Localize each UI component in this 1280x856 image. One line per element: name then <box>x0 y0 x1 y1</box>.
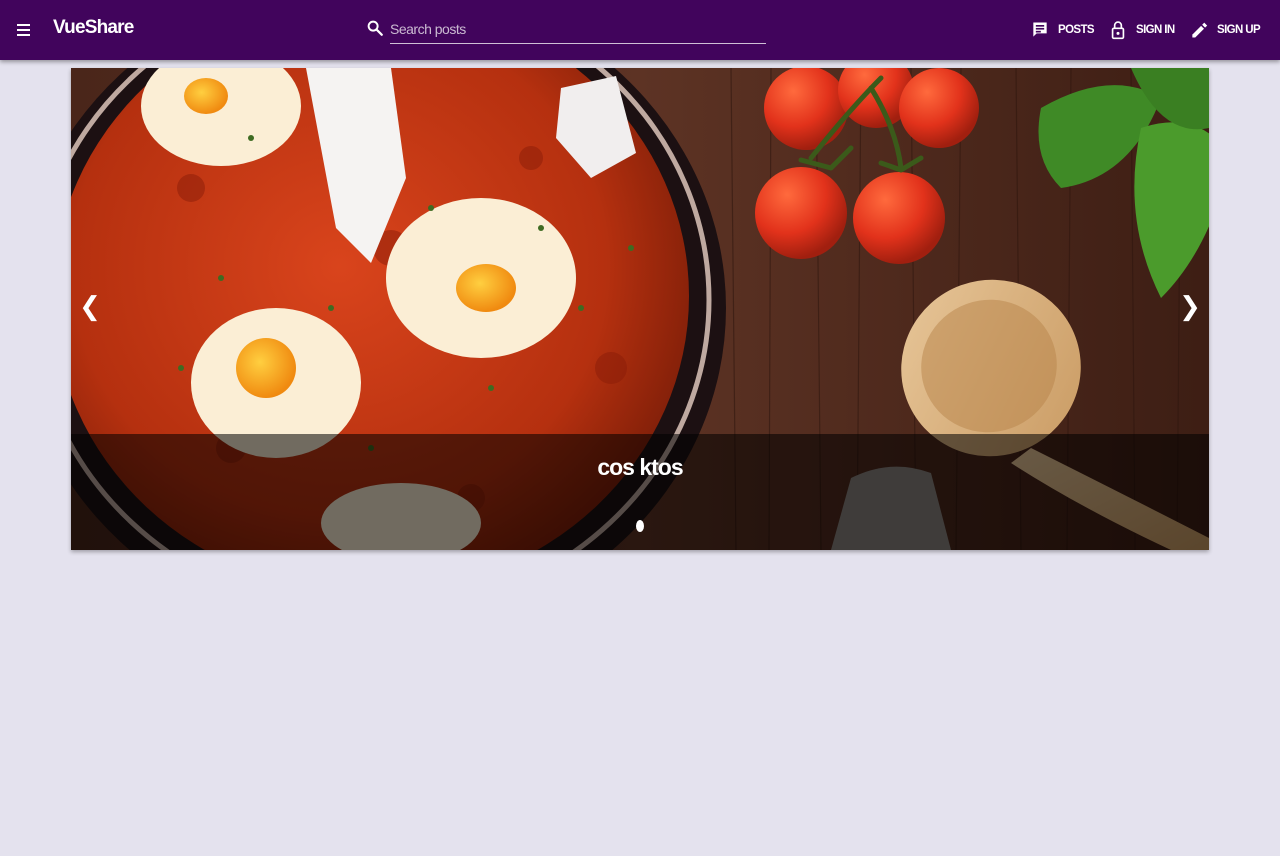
search-input[interactable] <box>390 14 766 44</box>
post-carousel[interactable]: cos ktos ❮ ❯ <box>71 68 1209 550</box>
carousel-indicators <box>71 520 1209 532</box>
lock-icon <box>1111 21 1125 40</box>
pencil-icon <box>1192 22 1208 38</box>
posts-icon <box>1033 22 1047 37</box>
app-toolbar: VueShare POSTS SIGN IN SIGN UP <box>0 0 1280 60</box>
posts-button-label: POSTS <box>1058 24 1095 36</box>
caption-overlay <box>71 434 1209 550</box>
posts-button[interactable]: POSTS <box>1030 14 1095 46</box>
carousel-indicator-dot[interactable] <box>636 520 644 532</box>
sign-up-button-label: SIGN UP <box>1217 24 1261 36</box>
sign-in-button[interactable]: SIGN IN <box>1108 14 1175 46</box>
chevron-right-icon[interactable]: ❯ <box>1175 292 1205 322</box>
hamburger-icon <box>17 24 30 36</box>
slide-title[interactable]: cos ktos <box>71 454 1209 481</box>
brand-title[interactable]: VueShare <box>53 17 134 39</box>
sign-in-button-label: SIGN IN <box>1136 24 1175 36</box>
menu-button[interactable] <box>10 16 38 44</box>
search-icon <box>367 20 383 36</box>
sign-up-button[interactable]: SIGN UP <box>1189 14 1261 46</box>
chevron-left-icon[interactable]: ❮ <box>75 292 105 322</box>
